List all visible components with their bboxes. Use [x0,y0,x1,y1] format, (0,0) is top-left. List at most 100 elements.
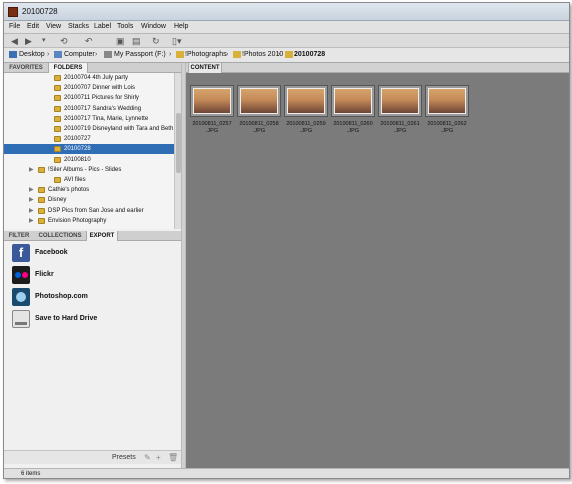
path-separator: › [226,51,229,58]
folder-row[interactable]: ▶ !Siler Albums - Pics - Slides [4,165,174,175]
folder-row[interactable]: 20100704 4th July party [4,73,174,83]
left-panel: FAVORITES FOLDERS 20100704 4th July part… [4,63,181,468]
export-hard-drive[interactable]: Save to Hard Drive [12,310,172,328]
top-tabs: FAVORITES FOLDERS [4,63,181,73]
export-panel: f Facebook Flickr Photoshop.com Save to … [4,242,181,452]
folder-row[interactable]: ▶ DSP Pics from San Jose and earlier [4,206,174,216]
recent-folder-icon[interactable]: ⟲ [60,36,68,46]
tab-collections[interactable]: COLLECTIONS [36,231,84,241]
folder-label: 20100704 4th July party [64,75,129,81]
menu-view[interactable]: View [46,23,61,30]
expand-arrow-icon[interactable]: ▶ [29,185,34,195]
folder-label: 20100727 [64,136,91,143]
tab-content[interactable]: CONTENT [188,63,222,73]
folder-icon [54,156,61,163]
window-title: 20100728 [22,7,58,16]
folder-row[interactable]: 20100707 Dinner with Lois [4,83,174,93]
path-desktop[interactable]: Desktop [19,51,45,58]
photo-image [287,88,325,114]
folder-row[interactable]: 20100727 [4,134,174,144]
folder-label: 20100719 Disneyland with Tara and Beth [64,126,174,132]
folder-row[interactable]: 20100728 [4,144,174,155]
menu-stacks[interactable]: Stacks [68,23,89,30]
bottom-tabs: FILTER COLLECTIONS EXPORT [4,231,181,241]
content-panel: CONTENT 20100811_0257 .JPG 20100811_0258 .J… [186,63,569,468]
tab-export[interactable]: EXPORT [86,231,118,241]
expand-arrow-icon[interactable]: ▶ [29,165,34,175]
folder-row[interactable]: 20100810 [4,155,174,165]
thumbnail-caption: 20100811_0262 .JPG [422,121,472,135]
flickr-icon [12,266,30,284]
folder-icon [285,51,293,58]
delete-preset-icon[interactable]: 🗑 [168,453,178,462]
menu-file[interactable]: File [9,23,20,30]
app-icon [8,7,18,17]
back-arrow-icon[interactable]: ◀ [11,36,18,46]
folder-icon [38,166,45,173]
export-flickr[interactable]: Flickr [12,266,172,284]
forward-arrow-icon[interactable]: ▶ [25,36,32,46]
thumbnail[interactable] [284,85,328,117]
app-window: 20100728 File Edit View Stacks Label Too… [3,2,570,479]
new-doc-icon[interactable]: ▯▾ [172,36,181,46]
folder-row[interactable]: ▶ Disney [4,195,174,205]
export-photoshop[interactable]: Photoshop.com [12,288,172,306]
toolbar: ◀ ▶ ▾ ⟲ ↶ ▣ ▤ ↻ ▯▾ [4,34,569,48]
menu-tools[interactable]: Tools [117,23,133,30]
photoshop-icon [12,288,30,306]
item-count: 6 items [21,471,41,477]
folder-row[interactable]: ▶ Envision Photography [4,216,174,226]
thumbnail[interactable] [190,85,234,117]
desktop-icon [9,51,17,58]
thumbnail[interactable] [425,85,469,117]
export-facebook[interactable]: f Facebook [12,244,172,262]
status-bar: 6 items [4,468,569,478]
return-icon[interactable]: ↶ [85,36,93,46]
expand-arrow-icon[interactable]: ▶ [29,206,34,216]
tab-filter[interactable]: FILTER [4,231,34,241]
presets-label: Presets [112,454,136,461]
folder-row[interactable]: ▶ Cathie's photos [4,185,174,195]
folder-row[interactable]: 20100717 Tina, Marie, Lynnette [4,114,174,124]
menu-edit[interactable]: Edit [27,23,39,30]
thumbnail[interactable] [237,85,281,117]
menu-bar: File Edit View Stacks Label Tools Window… [4,21,569,34]
expand-arrow-icon[interactable]: ▶ [29,216,34,226]
folder-row[interactable]: 20100711 Pictures for Shirly [4,93,174,103]
thumbnail-filename: 20100811_0259 [286,121,326,127]
folder-label: 20100717 Sandra's Wedding [64,105,142,112]
path-drive[interactable]: My Passport (F:) [114,51,166,58]
folder-label: Envision Photography [48,217,107,224]
thumbnail-extension: .JPG [440,128,454,134]
menu-help[interactable]: Help [174,23,188,30]
folder-icon [38,187,45,194]
folder-icon [38,207,45,214]
add-preset-icon[interactable]: + [156,453,161,462]
rotate-icon[interactable]: ↻ [152,36,160,46]
photo-image [240,88,278,114]
thumbnail-extension: .JPG [252,128,266,134]
review-icon[interactable]: ▤ [132,36,141,46]
folder-row[interactable]: 20100719 Disneyland with Tara and Beth [4,124,174,134]
facebook-icon: f [12,244,30,262]
menu-window[interactable]: Window [141,23,166,30]
folder-row[interactable]: AVI files [4,175,174,185]
tab-folders[interactable]: FOLDERS [48,63,88,73]
folder-label: Cathie's photos [48,187,90,194]
edit-preset-icon[interactable]: ✎ [144,453,151,462]
expand-arrow-icon[interactable]: ▶ [29,195,34,205]
folder-row[interactable]: 20100717 Sandra's Wedding [4,104,174,114]
thumbnail[interactable] [331,85,375,117]
camera-icon[interactable]: ▣ [116,36,125,46]
menu-label[interactable]: Label [94,23,111,30]
path-photographs[interactable]: !Photographs [185,51,227,58]
export-label: Save to Hard Drive [35,315,98,322]
export-label: Photoshop.com [35,293,88,300]
tab-favorites[interactable]: FAVORITES [4,63,48,73]
thumbnail[interactable] [378,85,422,117]
thumbnail-caption: 20100811_0259 .JPG [281,121,331,135]
folder-tree-scrollbar[interactable] [174,73,181,229]
path-computer[interactable]: Computer [64,51,95,58]
path-current[interactable]: 20100728 [294,51,325,58]
dropdown-icon[interactable]: ▾ [42,36,46,46]
